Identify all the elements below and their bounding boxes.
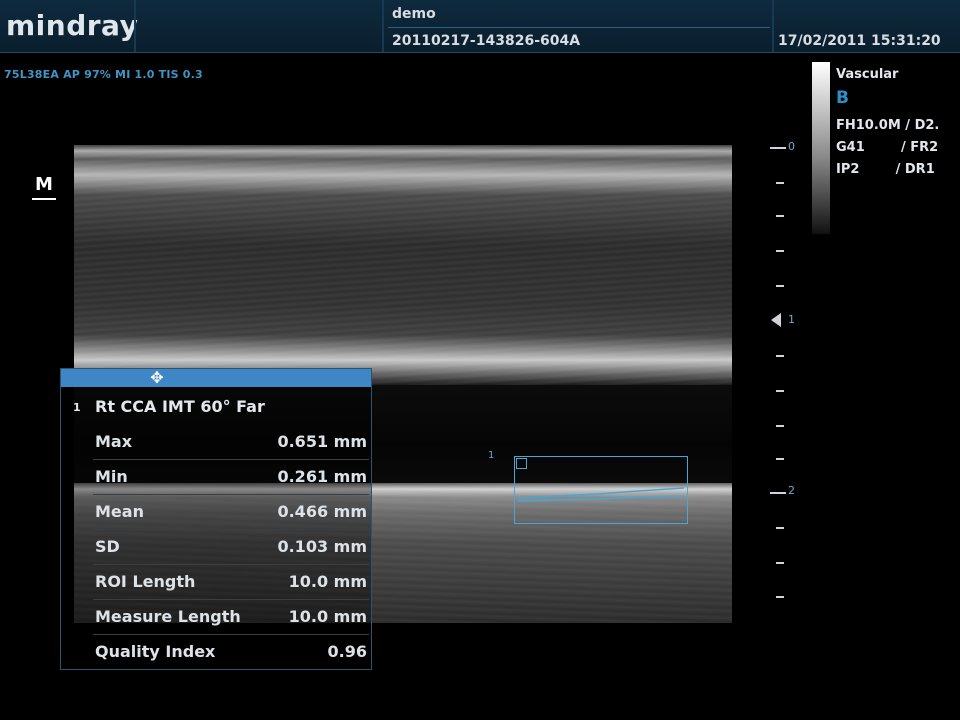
- row-value: 0.103 mm: [277, 537, 367, 556]
- depth-tick: [776, 355, 784, 357]
- depth-tick: [776, 182, 784, 184]
- row-value: 0.651 mm: [277, 432, 367, 451]
- measurement-row: Mean 0.466 mm: [93, 495, 369, 530]
- brand-logo: mindray: [6, 9, 139, 42]
- measurement-index: 1: [73, 401, 81, 414]
- depth-tick: [770, 147, 786, 149]
- header-divider: [772, 0, 774, 52]
- header-bar: mindray demo 20110217-143826-604A 17/02/…: [0, 0, 960, 53]
- measurement-row: SD 0.103 mm: [93, 530, 369, 565]
- depth-tick: [776, 527, 784, 529]
- probe-info: 75L38EA AP 97% MI 1.0 TIS 0.3: [4, 68, 203, 81]
- header-divider: [134, 0, 136, 52]
- focus-marker-icon[interactable]: [771, 313, 781, 327]
- measurement-row: Min 0.261 mm: [93, 460, 369, 495]
- depth-label: 0: [788, 140, 795, 153]
- row-label: Quality Index: [95, 642, 216, 661]
- roi-label: 1: [488, 450, 495, 461]
- grayscale-bar: [812, 62, 830, 234]
- depth-tick: [770, 492, 786, 494]
- focus-label: 1: [788, 313, 795, 326]
- depth-label: 2: [788, 484, 795, 497]
- measurement-panel: ✥ 1 Rt CCA IMT 60° Far Max 0.651 mm Min …: [60, 368, 372, 670]
- row-label: Measure Length: [95, 607, 241, 626]
- depth-tick: [776, 250, 784, 252]
- depth-tick: [776, 425, 784, 427]
- exam-id: 20110217-143826-604A: [392, 33, 581, 49]
- row-label: Max: [95, 432, 133, 451]
- roi-resize-handle[interactable]: [516, 458, 527, 469]
- measurement-row: Max 0.651 mm: [93, 425, 369, 460]
- row-label: Min: [95, 467, 128, 486]
- measurement-row: ROI Length 10.0 mm: [93, 565, 369, 600]
- measurement-title: Rt CCA IMT 60° Far: [95, 397, 265, 416]
- depth-tick: [776, 390, 784, 392]
- preset-label: Vascular: [836, 67, 899, 82]
- imaging-mode: B: [836, 88, 849, 108]
- row-label: Mean: [95, 502, 144, 521]
- row-value: 10.0 mm: [288, 607, 367, 626]
- depth-tick: [776, 562, 784, 564]
- measurement-row: Quality Index 0.96: [93, 635, 369, 669]
- depth-tick: [776, 458, 784, 460]
- param-line-2: G41 / FR2: [836, 140, 939, 155]
- depth-tick: [776, 285, 784, 287]
- row-label: SD: [95, 537, 120, 556]
- row-value: 0.466 mm: [277, 502, 367, 521]
- row-value: 0.261 mm: [277, 467, 367, 486]
- move-icon[interactable]: ✥: [147, 369, 167, 387]
- depth-tick: [776, 215, 784, 217]
- param-line-1: FH10.0M / D2.: [836, 118, 940, 133]
- row-value: 0.96: [327, 642, 367, 661]
- measurement-row: Measure Length 10.0 mm: [93, 600, 369, 635]
- header-divider: [382, 0, 384, 52]
- panel-drag-bar[interactable]: ✥: [61, 369, 371, 387]
- param-line-3: IP2 / DR1: [836, 162, 935, 177]
- near-wall-tissue: [74, 145, 732, 385]
- depth-tick: [776, 596, 784, 598]
- row-value: 10.0 mm: [288, 572, 367, 591]
- orientation-marker: M: [32, 174, 56, 200]
- exam-datetime: 17/02/2011 15:31:20: [778, 33, 941, 49]
- imt-trace: [518, 487, 685, 502]
- header-underline: [388, 27, 770, 28]
- row-label: ROI Length: [95, 572, 196, 591]
- patient-name: demo: [392, 6, 436, 22]
